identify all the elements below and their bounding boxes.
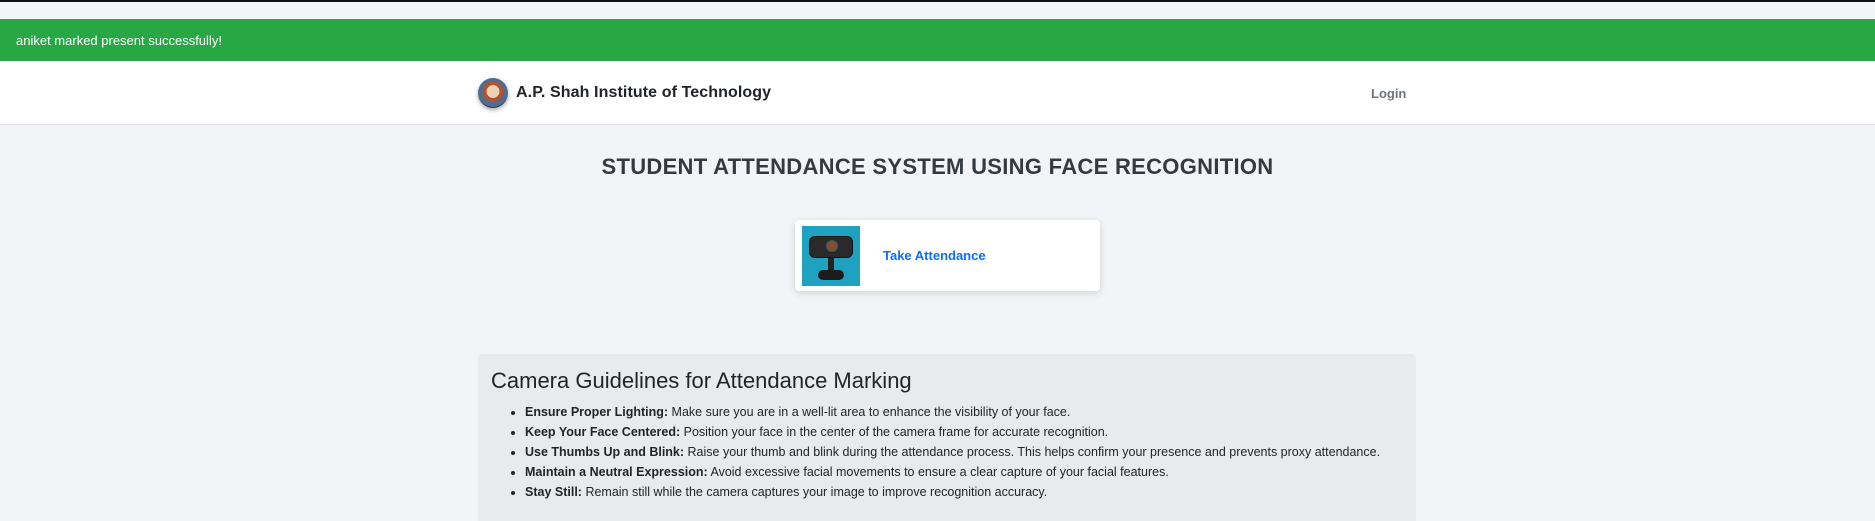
guideline-item: Stay Still: Remain still while the camer… (525, 482, 1403, 502)
page-title: STUDENT ATTENDANCE SYSTEM USING FACE REC… (601, 154, 1274, 179)
guideline-title: Stay Still: (525, 485, 582, 499)
take-attendance-link[interactable]: Take Attendance (883, 248, 986, 263)
guideline-title: Maintain a Neutral Expression: (525, 465, 708, 479)
camera-guidelines-panel: Camera Guidelines for Attendance Marking… (478, 354, 1416, 521)
guidelines-heading: Camera Guidelines for Attendance Marking (491, 368, 912, 393)
brand-link[interactable]: A.P. Shah Institute of Technology (478, 61, 771, 125)
guideline-item: Maintain a Neutral Expression: Avoid exc… (525, 462, 1403, 482)
institute-logo-icon (478, 78, 508, 108)
guideline-title: Use Thumbs Up and Blink: (525, 445, 685, 459)
take-attendance-card[interactable]: Take Attendance (795, 220, 1100, 291)
guideline-text: Raise your thumb and blink during the at… (684, 445, 1381, 459)
guideline-item: Keep Your Face Centered: Position your f… (525, 422, 1403, 442)
webcam-icon (802, 225, 860, 286)
guideline-title: Ensure Proper Lighting: (525, 405, 669, 419)
guideline-item: Ensure Proper Lighting: Make sure you ar… (525, 402, 1403, 422)
top-border (0, 0, 1875, 2)
guidelines-list: Ensure Proper Lighting: Make sure you ar… (491, 402, 1403, 502)
guideline-text: Remain still while the camera captures y… (581, 485, 1048, 499)
success-alert: aniket marked present successfully! (0, 19, 1875, 61)
alert-message: aniket marked present successfully! (16, 32, 222, 48)
guideline-text: Avoid excessive facial movements to ensu… (707, 465, 1169, 479)
login-link[interactable]: Login (1371, 61, 1406, 125)
navbar: A.P. Shah Institute of Technology Login (0, 61, 1875, 125)
guideline-text: Position your face in the center of the … (680, 425, 1109, 439)
guideline-text: Make sure you are in a well-lit area to … (668, 405, 1071, 419)
guideline-title: Keep Your Face Centered: (525, 425, 681, 439)
brand-name: A.P. Shah Institute of Technology (516, 84, 772, 101)
guideline-item: Use Thumbs Up and Blink: Raise your thum… (525, 442, 1403, 462)
